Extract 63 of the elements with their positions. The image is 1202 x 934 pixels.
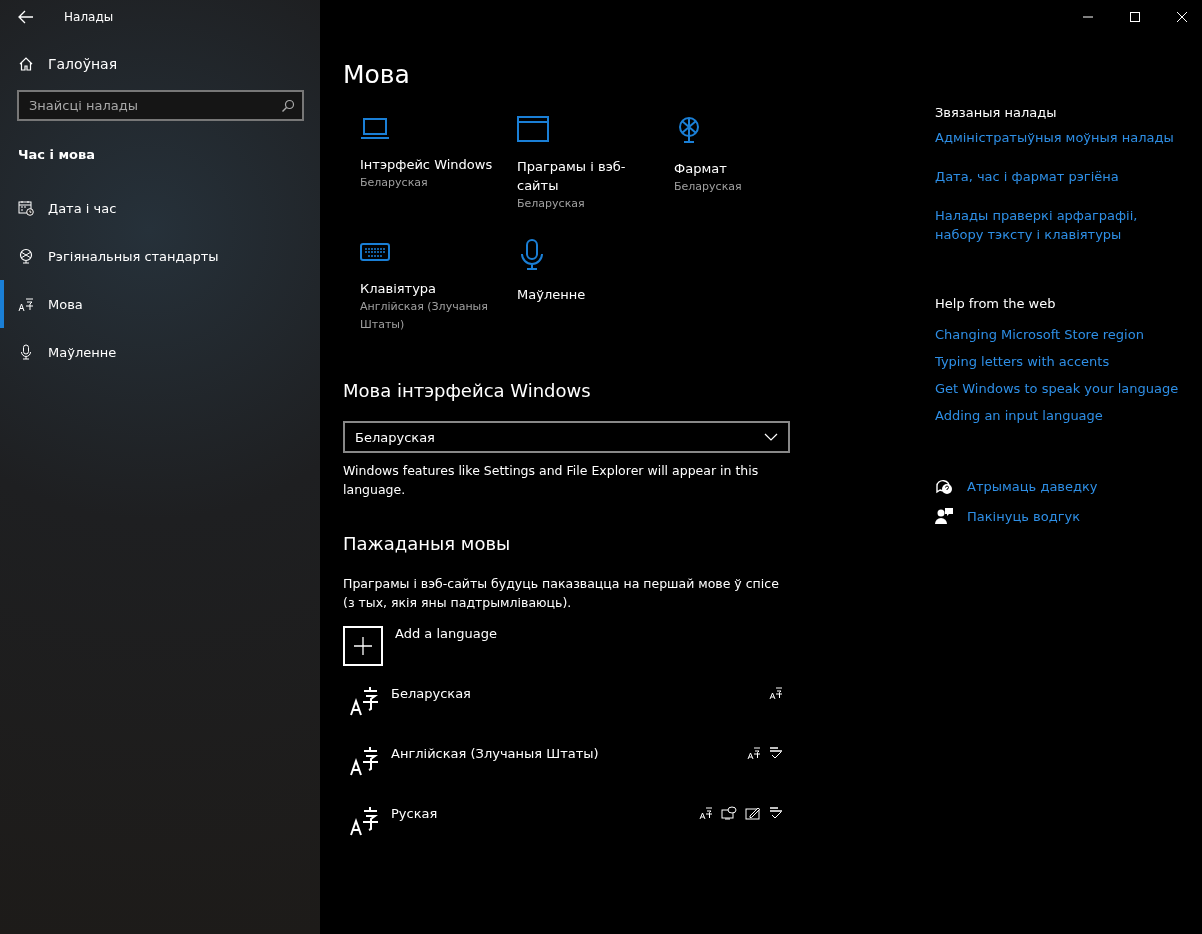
sidebar-item[interactable]: Рэгіянальныя стандарты xyxy=(0,232,320,280)
language-icon xyxy=(18,296,34,312)
language-row[interactable]: Беларуская xyxy=(343,686,783,746)
laptop-icon xyxy=(360,115,390,141)
description-text: Windows features like Settings and File Explorer will appear in this language. xyxy=(343,462,760,499)
sidebar-item[interactable]: Дата і час xyxy=(0,184,320,232)
home-link[interactable]: Галоўная xyxy=(18,56,320,72)
plus-icon xyxy=(353,636,373,656)
section-heading: Звязаныя налады xyxy=(935,105,1058,120)
support-link[interactable]: Пакінуць водгук xyxy=(967,508,1081,524)
page-title: Мова xyxy=(343,60,411,89)
settings-tile[interactable]: Інтэрфейс Windows Беларуская xyxy=(360,115,517,213)
language-icon xyxy=(349,686,379,716)
help-link[interactable]: Changing Microsoft Store region xyxy=(935,325,1185,344)
language-dropdown[interactable]: Беларуская xyxy=(343,421,790,453)
spell-check-icon xyxy=(769,746,783,760)
language-row[interactable]: Руская xyxy=(343,806,783,866)
pen-icon xyxy=(745,806,761,820)
search-field[interactable]: Знайсці налады xyxy=(17,90,304,121)
related-link[interactable]: Адміністратыўныя моўныя налады xyxy=(935,128,1185,147)
close-icon[interactable] xyxy=(1176,11,1188,23)
help-link[interactable]: Adding an input language xyxy=(935,406,1185,425)
section-heading: Мова інтэрфейса Windows xyxy=(343,380,592,401)
language-icon xyxy=(349,746,379,776)
back-arrow-icon[interactable] xyxy=(18,10,34,24)
language-name: Беларуская xyxy=(391,686,472,701)
globe-icon xyxy=(18,248,34,264)
language-name: Руская xyxy=(391,806,439,821)
language-row[interactable]: Англійская (Злучаныя Штаты) xyxy=(343,746,783,806)
home-icon xyxy=(18,56,34,72)
add-button[interactable] xyxy=(343,626,383,666)
settings-tile[interactable]: Фармат Беларуская xyxy=(674,115,814,213)
section-heading: Help from the web xyxy=(935,296,1057,311)
sidebar-item[interactable]: Мова xyxy=(0,280,320,328)
add-language-link[interactable]: Add a language xyxy=(395,626,497,641)
language-pack-icon xyxy=(747,746,761,760)
help-link[interactable]: Typing letters with accents xyxy=(935,352,1185,371)
related-link[interactable]: Налады праверкі арфаграфіі, набору тэксту і клавіятуры xyxy=(935,206,1185,244)
settings-tile[interactable]: Праграмы і вэб-сайты Беларуская xyxy=(517,115,674,213)
spell-check-icon xyxy=(769,806,783,820)
window-title: Налады xyxy=(64,10,114,24)
feedback-icon xyxy=(935,507,953,525)
language-pack-icon xyxy=(769,686,783,700)
maximize-icon[interactable] xyxy=(1129,11,1141,23)
language-pack-icon xyxy=(699,806,713,820)
search-icon xyxy=(281,99,295,113)
chevron-down-icon xyxy=(764,433,778,441)
microphone-icon xyxy=(18,344,34,360)
calendar-icon xyxy=(18,200,34,216)
section-heading: Час і мова xyxy=(18,147,97,162)
language-name: Англійская (Злучаныя Штаты) xyxy=(391,746,600,761)
section-heading: Пажаданыя мовы xyxy=(343,533,512,554)
speech-icon xyxy=(721,806,737,820)
sidebar-item[interactable]: Маўленне xyxy=(0,328,320,376)
description-text: Праграмы і вэб-сайты будуць паказвацца на першай мове ў спісе (з тых, якія яны падтрымліваюць). xyxy=(343,575,780,612)
window-icon xyxy=(517,115,549,143)
settings-tile[interactable]: Маўленне xyxy=(517,239,674,334)
support-link[interactable]: Атрымаць даведку xyxy=(967,478,1098,494)
help-link[interactable]: Get Windows to speak your language xyxy=(935,379,1185,398)
settings-tile[interactable]: Клавіятура Англійская (Злучаныя Штаты) xyxy=(360,239,517,334)
help-chat-icon xyxy=(935,477,953,495)
related-link[interactable]: Дата, час і фармат рэгіёна xyxy=(935,167,1185,186)
language-icon xyxy=(349,806,379,836)
